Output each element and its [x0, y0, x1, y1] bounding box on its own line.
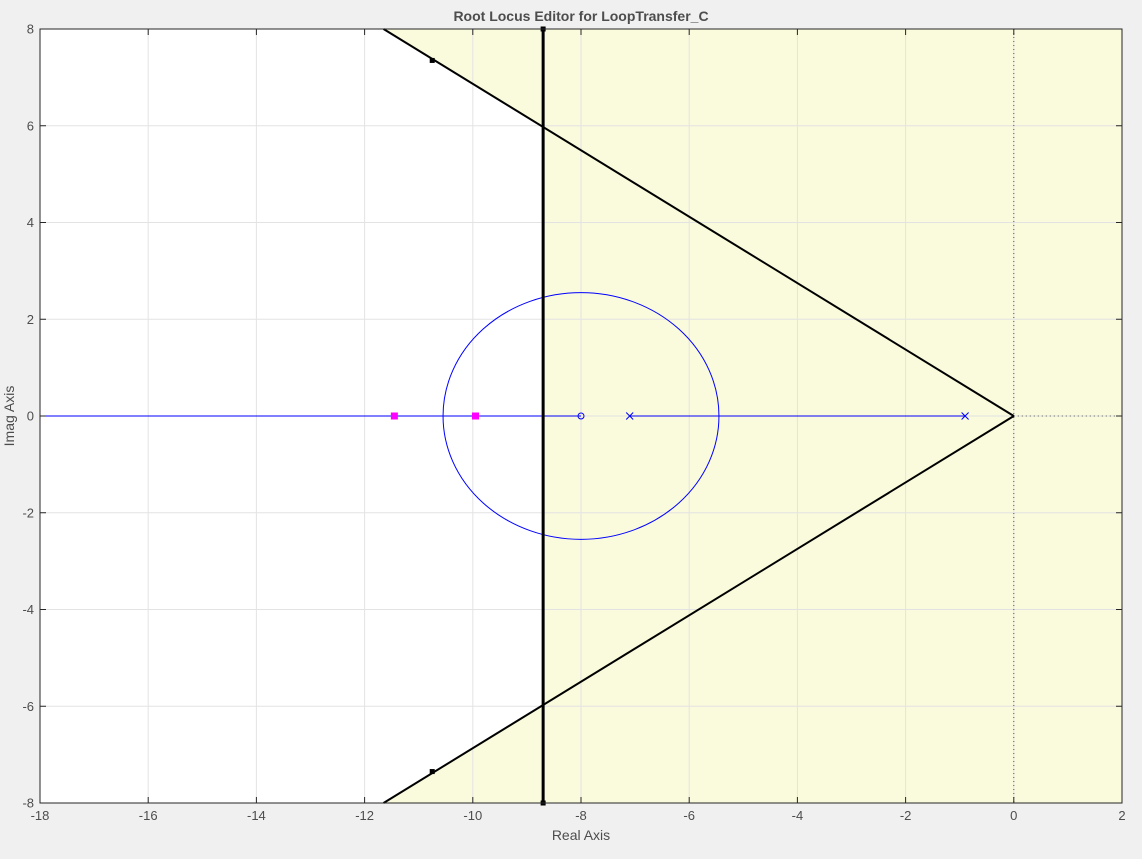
- x-tick-label: -4: [792, 808, 804, 823]
- x-tick-label: -12: [355, 808, 374, 823]
- x-tick-label: -8: [575, 808, 587, 823]
- y-axis-label: Imag Axis: [1, 386, 17, 447]
- closed-loop-pole-marker[interactable]: [390, 412, 398, 420]
- y-tick-label: -4: [22, 602, 34, 617]
- y-tick-label: -6: [22, 699, 34, 714]
- y-tick-label: 4: [27, 215, 34, 230]
- y-tick-label: 6: [27, 118, 34, 133]
- x-tick-label: -6: [683, 808, 695, 823]
- x-axis-label: Real Axis: [552, 827, 610, 843]
- chart-title: Root Locus Editor for LoopTransfer_C: [453, 8, 708, 24]
- closed-loop-pole-marker[interactable]: [472, 412, 480, 420]
- boundary-handle[interactable]: [429, 57, 435, 63]
- x-tick-label: -14: [247, 808, 266, 823]
- boundary-handle[interactable]: [429, 769, 435, 775]
- y-tick-label: -8: [22, 796, 34, 811]
- y-tick-label: 2: [27, 312, 34, 327]
- y-tick-label: 0: [27, 409, 34, 424]
- root-locus-figure: -18 -16 -14 -12 -10 -8 -6 -4 -2 0 2-8-6-4-202468 R…: [1, 8, 1126, 843]
- y-tick-label: -2: [22, 505, 34, 520]
- x-tick-label: -16: [139, 808, 158, 823]
- x-tick-label: -10: [463, 808, 482, 823]
- x-tick-label: 0: [1010, 808, 1017, 823]
- x-tick-label: -2: [900, 808, 912, 823]
- x-tick-label: 2: [1118, 808, 1125, 823]
- y-tick-label: 8: [27, 22, 34, 37]
